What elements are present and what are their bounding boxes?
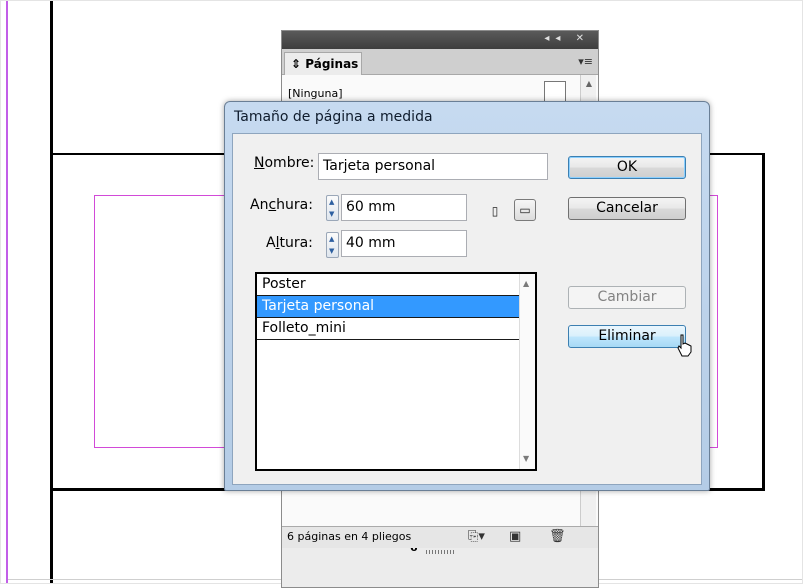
increment-icon[interactable]: ▲: [329, 235, 334, 243]
tab-pages[interactable]: ⇕ Páginas: [284, 52, 362, 75]
list-item[interactable]: Poster: [257, 274, 519, 296]
list-item[interactable]: Folleto_mini: [257, 318, 519, 340]
page-edge-right: [762, 153, 765, 491]
width-field[interactable]: 60 mm: [341, 194, 467, 221]
trash-icon[interactable]: 🗑: [549, 529, 566, 544]
name-field[interactable]: Tarjeta personal: [318, 153, 548, 180]
page-edge-left: [50, 0, 53, 584]
height-stepper[interactable]: ▲ ▼: [326, 232, 339, 258]
custom-page-size-dialog: Tamaño de página a medida Nombre: Tarjet…: [224, 101, 710, 491]
dialog-title: Tamaño de página a medida: [234, 109, 433, 125]
name-label: Nombre:: [254, 155, 315, 171]
width-stepper[interactable]: ▲ ▼: [326, 195, 339, 221]
panel-window-controls[interactable]: ◂◂ ✕: [544, 33, 590, 44]
page-size-icon[interactable]: ⎘▾: [468, 529, 485, 544]
scroll-up-icon[interactable]: ▲: [581, 79, 597, 88]
dialog-client-area: Nombre: Tarjeta personal Anchura: ▲ ▼ 60…: [232, 133, 702, 485]
tab-pages-label: Páginas: [305, 57, 359, 71]
pages-count-status: 6 páginas en 4 pliegos: [287, 530, 412, 543]
panel-status-bar: 6 páginas en 4 pliegos ⎘▾ ▣ 🗑: [282, 526, 598, 548]
delete-button[interactable]: Eliminar: [568, 325, 686, 348]
bleed-guide: [6, 0, 8, 584]
decrement-icon[interactable]: ▼: [329, 210, 334, 218]
portrait-orientation-icon[interactable]: ▯: [484, 200, 506, 222]
new-page-icon[interactable]: ▣: [509, 529, 521, 544]
page-size-list[interactable]: Poster Tarjeta personal Folleto_mini ▲ ▼: [255, 272, 537, 471]
updown-arrows-icon: ⇕: [291, 57, 302, 71]
decrement-icon[interactable]: ▼: [329, 247, 334, 255]
resize-grip[interactable]: [426, 550, 456, 554]
landscape-orientation-icon[interactable]: ▭: [514, 199, 536, 221]
panel-tab-row: ⇕ Páginas ▾≡: [282, 49, 598, 75]
hand-cursor-icon: [677, 334, 692, 357]
increment-icon[interactable]: ▲: [329, 198, 334, 206]
scroll-up-icon[interactable]: ▲: [523, 279, 529, 288]
panel-menu-icon[interactable]: ▾≡: [578, 55, 593, 68]
cancel-button[interactable]: Cancelar: [568, 197, 686, 220]
width-label: Anchura:: [250, 197, 313, 213]
collapse-icon[interactable]: ◂◂: [544, 33, 566, 44]
list-scrollbar[interactable]: ▲ ▼: [519, 274, 535, 469]
list-item-selected[interactable]: Tarjeta personal: [257, 296, 519, 318]
panel-title-bar[interactable]: ◂◂ ✕: [282, 31, 598, 49]
close-icon[interactable]: ✕: [576, 33, 590, 44]
height-field[interactable]: 40 mm: [341, 230, 467, 257]
ok-button[interactable]: OK: [568, 156, 686, 179]
height-label: Altura:: [266, 235, 313, 251]
scroll-down-icon[interactable]: ▼: [523, 454, 529, 463]
master-none-label[interactable]: [Ninguna]: [288, 87, 343, 100]
change-button[interactable]: Cambiar: [568, 286, 686, 309]
page-edge-top-right: [707, 153, 764, 155]
